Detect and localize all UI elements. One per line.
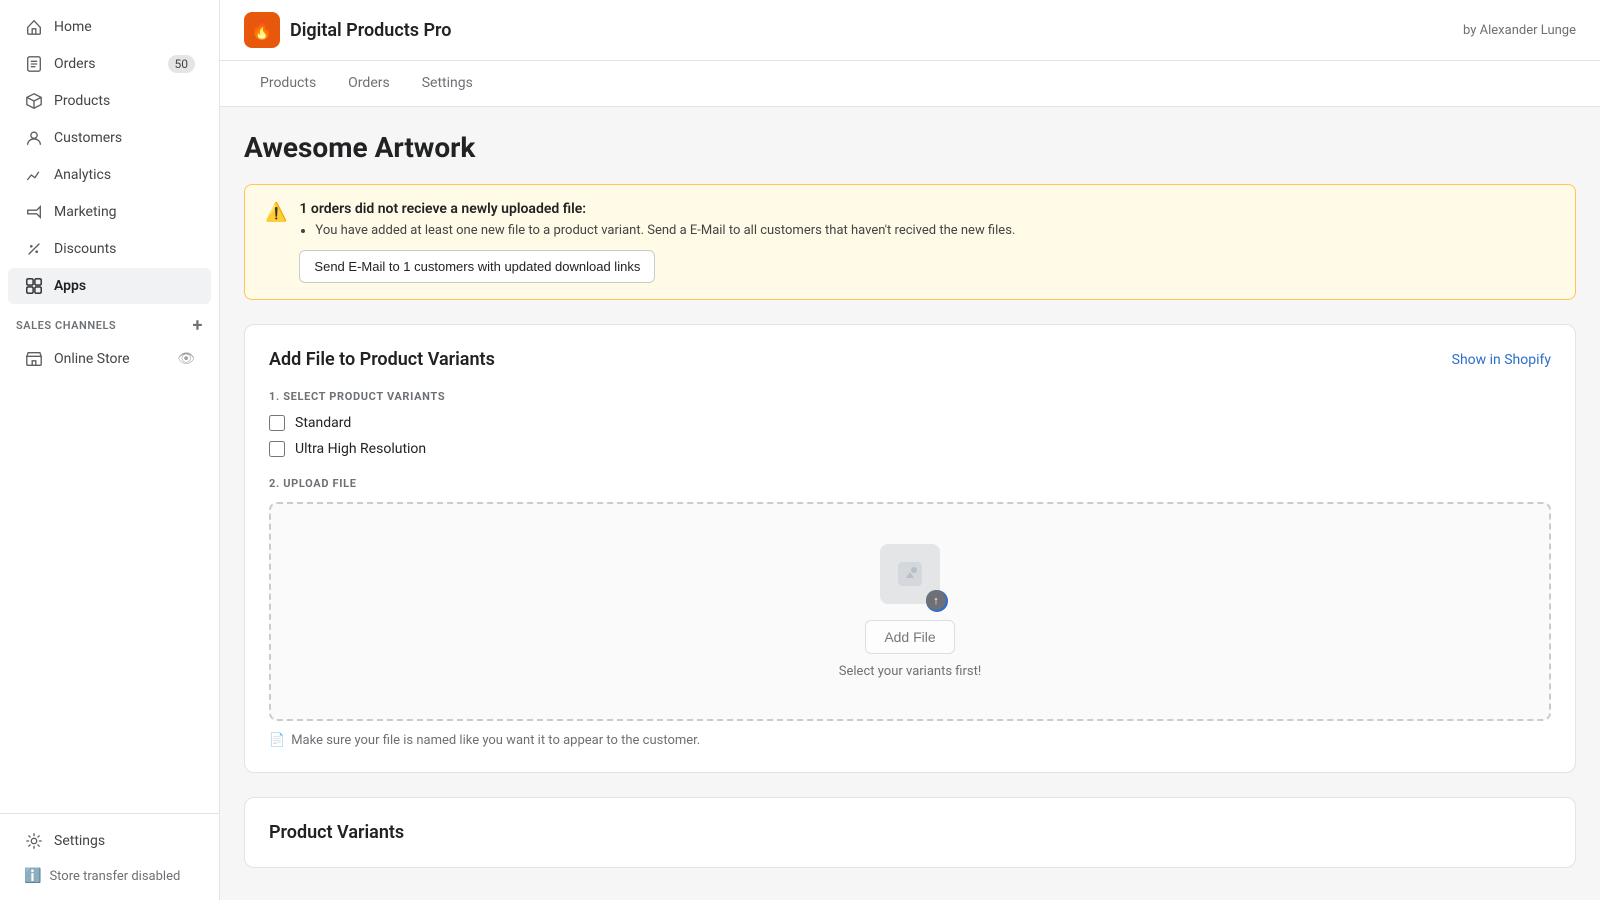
variant-standard-checkbox[interactable]	[269, 415, 285, 431]
sidebar-item-discounts-label: Discounts	[54, 241, 195, 257]
warning-icon: ⚠️	[265, 202, 287, 223]
sidebar: Home Orders 50 Products Customers Anal	[0, 0, 220, 900]
sidebar-bottom: Settings ℹ️ Store transfer disabled	[0, 813, 219, 900]
sidebar-item-home[interactable]: Home	[8, 9, 211, 45]
sidebar-item-discounts[interactable]: Discounts	[8, 231, 211, 267]
product-variants-title: Product Variants	[269, 822, 404, 843]
warning-title: 1 orders did not recieve a newly uploade…	[299, 201, 1555, 217]
app-author: by Alexander Lunge	[1463, 23, 1576, 38]
page-title: Awesome Artwork	[244, 131, 1576, 164]
customers-icon	[24, 128, 44, 148]
home-icon	[24, 17, 44, 37]
sidebar-item-orders-label: Orders	[54, 56, 158, 72]
sidebar-item-products[interactable]: Products	[8, 83, 211, 119]
products-icon	[24, 91, 44, 111]
app-title: Digital Products Pro	[290, 20, 451, 41]
sidebar-item-products-label: Products	[54, 93, 195, 109]
add-sales-channel-button[interactable]: +	[193, 315, 203, 336]
variant-ultra-high-resolution: Ultra High Resolution	[269, 441, 1551, 457]
upload-arrow-icon: ↑	[926, 590, 946, 610]
tab-settings[interactable]: Settings	[406, 61, 489, 107]
send-email-button[interactable]: Send E-Mail to 1 customers with updated …	[299, 250, 655, 283]
card-header: Add File to Product Variants Show in Sho…	[269, 349, 1551, 370]
sidebar-item-online-store-label: Online Store	[54, 351, 167, 367]
app-header: 🔥 Digital Products Pro by Alexander Lung…	[220, 0, 1600, 61]
apps-icon	[24, 276, 44, 296]
store-transfer-icon: ℹ️	[24, 868, 41, 884]
orders-badge: 50	[168, 55, 196, 73]
tabs: Products Orders Settings	[220, 61, 1600, 107]
tab-products[interactable]: Products	[244, 61, 332, 107]
file-hint-text: Make sure your file is named like you wa…	[291, 733, 700, 748]
sidebar-item-marketing[interactable]: Marketing	[8, 194, 211, 230]
store-transfer-label: Store transfer disabled	[49, 869, 180, 884]
step1-label: 1. SELECT PRODUCT VARIANTS	[269, 390, 1551, 403]
orders-icon	[24, 54, 44, 74]
tab-orders[interactable]: Orders	[332, 61, 406, 107]
step2-section: 2. UPLOAD FILE ↑ Add File Se	[269, 477, 1551, 748]
sidebar-nav: Home Orders 50 Products Customers Anal	[0, 0, 219, 813]
sidebar-item-customers[interactable]: Customers	[8, 120, 211, 156]
upload-hint: Select your variants first!	[839, 664, 981, 679]
upload-icon-area: ↑	[880, 544, 940, 604]
variant-ultra-checkbox[interactable]	[269, 441, 285, 457]
file-hint-icon: 📄	[269, 733, 285, 748]
add-file-card-title: Add File to Product Variants	[269, 349, 495, 370]
online-store-visibility-icon[interactable]: 👁	[177, 351, 195, 367]
sidebar-item-online-store[interactable]: Online Store 👁	[8, 341, 211, 377]
sidebar-item-home-label: Home	[54, 19, 195, 35]
sidebar-item-settings[interactable]: Settings	[8, 823, 211, 859]
warning-list-item: You have added at least one new file to …	[315, 223, 1555, 238]
settings-icon	[24, 831, 44, 851]
app-title-area: 🔥 Digital Products Pro	[244, 12, 451, 48]
sidebar-item-settings-label: Settings	[54, 833, 195, 849]
app-icon: 🔥	[244, 12, 280, 48]
add-file-button[interactable]: Add File	[865, 620, 954, 654]
show-in-shopify-link[interactable]: Show in Shopify	[1452, 352, 1551, 368]
variant-standard: Standard	[269, 415, 1551, 431]
sidebar-item-apps[interactable]: Apps	[8, 268, 211, 304]
warning-text: You have added at least one new file to …	[299, 223, 1555, 238]
discounts-icon	[24, 239, 44, 259]
sidebar-item-orders[interactable]: Orders 50	[8, 46, 211, 82]
step2-label: 2. UPLOAD FILE	[269, 477, 1551, 490]
sidebar-item-customers-label: Customers	[54, 130, 195, 146]
file-hint: 📄 Make sure your file is named like you …	[269, 733, 1551, 748]
product-variants-card: Product Variants	[244, 797, 1576, 868]
sidebar-item-analytics-label: Analytics	[54, 167, 195, 183]
main-content: 🔥 Digital Products Pro by Alexander Lung…	[220, 0, 1600, 900]
marketing-icon	[24, 202, 44, 222]
sidebar-item-marketing-label: Marketing	[54, 204, 195, 220]
variant-standard-label[interactable]: Standard	[295, 415, 351, 431]
add-file-card: Add File to Product Variants Show in Sho…	[244, 324, 1576, 773]
step1-section: 1. SELECT PRODUCT VARIANTS Standard Ultr…	[269, 390, 1551, 457]
sales-channels-title: SALES CHANNELS +	[0, 305, 219, 340]
sidebar-item-analytics[interactable]: Analytics	[8, 157, 211, 193]
warning-banner: ⚠️ 1 orders did not recieve a newly uplo…	[244, 184, 1576, 300]
sidebar-item-apps-label: Apps	[54, 278, 195, 294]
app-icon-emoji: 🔥	[251, 20, 273, 41]
variant-ultra-label[interactable]: Ultra High Resolution	[295, 441, 426, 457]
page-content: Awesome Artwork ⚠️ 1 orders did not reci…	[220, 107, 1600, 900]
online-store-icon	[24, 349, 44, 369]
upload-area[interactable]: ↑ Add File Select your variants first!	[269, 502, 1551, 721]
store-transfer[interactable]: ℹ️ Store transfer disabled	[8, 860, 211, 892]
upload-placeholder-icon: ↑	[880, 544, 940, 604]
analytics-icon	[24, 165, 44, 185]
warning-content: 1 orders did not recieve a newly uploade…	[299, 201, 1555, 283]
